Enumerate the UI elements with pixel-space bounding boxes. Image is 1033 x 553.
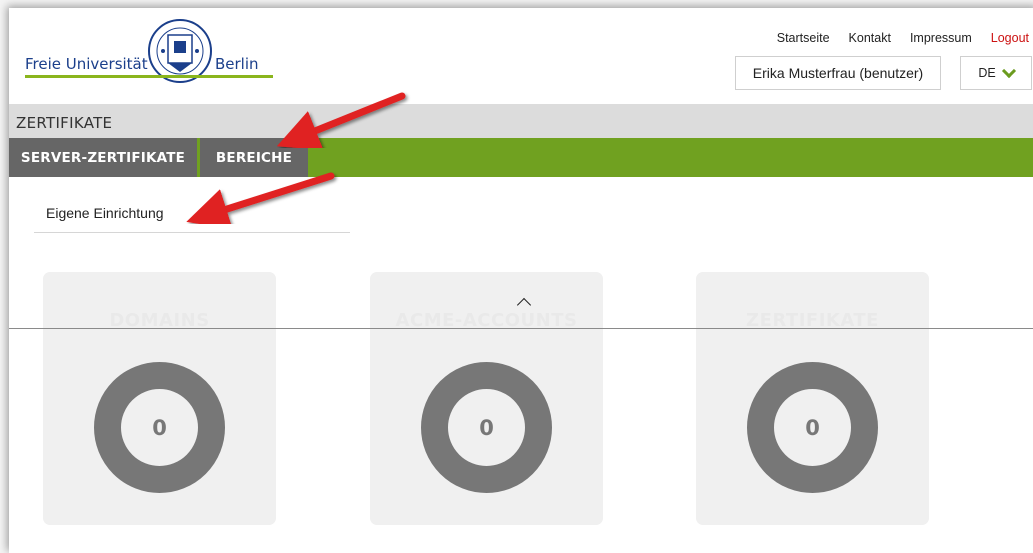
card-value: 0: [805, 415, 820, 440]
card-value: 0: [479, 415, 494, 440]
nav-startseite[interactable]: Startseite: [777, 31, 830, 45]
tab-bereiche[interactable]: BEREICHE: [200, 138, 308, 177]
tab-server-zertifikate[interactable]: SERVER-ZERTIFIKATE: [9, 138, 197, 177]
tab-bar: SERVER-ZERTIFIKATE BEREICHE: [9, 138, 1033, 177]
logo-underline: [25, 75, 273, 78]
fu-berlin-logo[interactable]: Freie Universität Berlin: [25, 17, 285, 89]
nav-impressum[interactable]: Impressum: [910, 31, 972, 45]
language-value: DE: [978, 66, 996, 80]
nav-kontakt[interactable]: Kontakt: [849, 31, 891, 45]
section-title: ZERTIFIKATE: [16, 114, 113, 132]
subnav-label: Eigene Einrichtung: [46, 205, 164, 221]
card-domains[interactable]: DOMAINS 0: [43, 272, 276, 525]
card-zertifikate[interactable]: ZERTIFIKATE 0: [696, 272, 929, 525]
top-navigation: Startseite Kontakt Impressum Logout: [777, 31, 1029, 45]
section-title-bar: ZERTIFIKATE: [9, 104, 1033, 138]
language-select[interactable]: DE: [960, 56, 1032, 90]
browser-frame: Freie Universität Berlin Startseite Kont…: [9, 8, 1033, 553]
subnav-eigene-einrichtung[interactable]: Eigene Einrichtung: [34, 188, 350, 233]
tab-label: SERVER-ZERTIFIKATE: [20, 149, 186, 166]
tab-label: BEREICHE: [215, 149, 293, 166]
donut-chart: 0: [420, 361, 553, 494]
divider-line: [9, 328, 1033, 329]
logo-text-right: Berlin: [215, 55, 259, 73]
chevron-down-icon: [1001, 63, 1016, 79]
card-value: 0: [152, 415, 167, 440]
user-name: Erika Musterfrau (benutzer): [752, 65, 924, 81]
logo-text-left: Freie Universität: [25, 55, 148, 73]
user-button[interactable]: Erika Musterfrau (benutzer): [735, 56, 941, 90]
card-acme-accounts[interactable]: ACME-ACCOUNTS 0: [370, 272, 603, 525]
nav-logout[interactable]: Logout: [991, 31, 1029, 45]
donut-chart: 0: [746, 361, 879, 494]
donut-chart: 0: [93, 361, 226, 494]
